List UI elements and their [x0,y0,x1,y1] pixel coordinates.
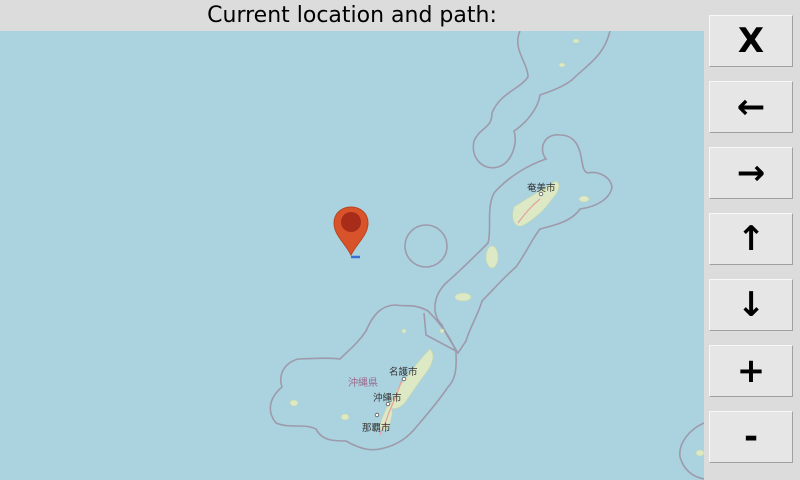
zoom-out-button[interactable]: - [709,411,793,463]
header-bar: Current location and path: [0,0,704,31]
close-button[interactable]: X [709,15,793,67]
control-panel: X ← → ↑ ↓ + - [704,0,800,480]
place-label-amami: 奄美市 [527,183,556,194]
map-pin-icon[interactable] [333,206,369,257]
pan-left-button[interactable]: ← [709,81,793,133]
zoom-in-button[interactable]: + [709,345,793,397]
place-label-okinawa-city: 沖縄市 [373,393,402,404]
place-label-naha: 那覇市 [362,423,391,434]
page-title: Current location and path: [207,3,497,28]
map-view[interactable]: 奄美市 名護市 沖縄県 沖縄市 那覇市 [0,31,704,480]
map-canvas [269,31,704,480]
pan-right-button[interactable]: → [709,147,793,199]
prefecture-label: 沖縄県 [348,378,378,389]
place-label-nago: 名護市 [389,367,418,378]
pan-down-button[interactable]: ↓ [709,279,793,331]
pan-up-button[interactable]: ↑ [709,213,793,265]
